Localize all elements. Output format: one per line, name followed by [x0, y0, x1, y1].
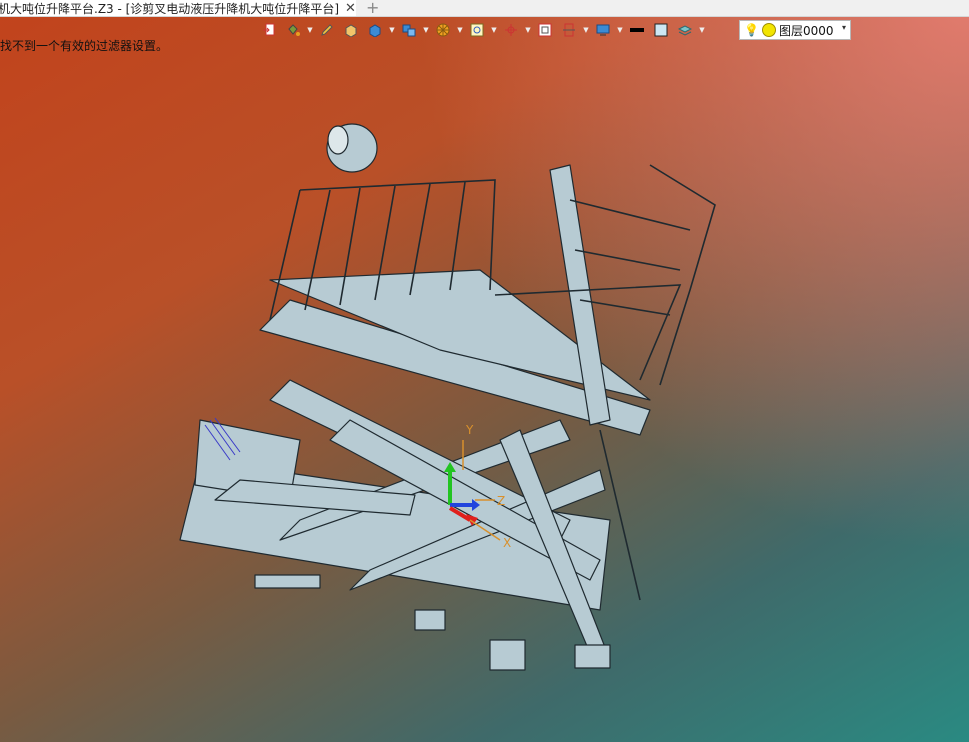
lightbulb-icon: 💡	[744, 23, 759, 37]
solid-box-icon[interactable]	[364, 19, 386, 41]
triad-z-label: Z	[497, 494, 505, 508]
railing-left-post	[269, 189, 301, 321]
stair-rail	[569, 199, 691, 231]
chevron-down-icon[interactable]: ▼	[456, 19, 464, 41]
zoom-view-icon[interactable]	[466, 19, 488, 41]
layer-color-icon	[761, 23, 776, 37]
triad-x-label: X	[503, 536, 511, 550]
wheel-icon[interactable]	[432, 19, 454, 41]
beacon-lens	[327, 125, 349, 155]
view-toolbar: ▼ ▼ ▼ ▼ ▼ ▼ ▼ ▼ ▼	[258, 18, 706, 42]
chevron-down-icon[interactable]: ▼	[524, 19, 532, 41]
layer-stack-icon[interactable]	[674, 19, 696, 41]
foot-1	[489, 639, 526, 671]
export-icon[interactable]	[258, 19, 280, 41]
chevron-down-icon[interactable]: ▼	[582, 19, 590, 41]
box-face-icon[interactable]	[340, 19, 362, 41]
new-tab-button[interactable]: +	[366, 0, 379, 17]
stair-handrail	[649, 164, 716, 386]
axis-icon[interactable]	[500, 19, 522, 41]
foot-3	[414, 609, 446, 631]
chevron-down-icon[interactable]: ▼	[490, 19, 498, 41]
document-tab-bar: 机大吨位升降平台.Z3 - [诊剪叉电动液压升降机大吨位升降平台] ✕ +	[0, 0, 969, 17]
color-swatch-icon[interactable]	[650, 19, 672, 41]
chevron-down-icon[interactable]: ▼	[306, 19, 314, 41]
chevron-down-icon: ▾	[841, 23, 846, 32]
frame-icon[interactable]	[534, 19, 556, 41]
close-icon[interactable]: ✕	[345, 1, 356, 16]
layer-dropdown-value: 图层0000	[778, 23, 834, 38]
multi-box-icon[interactable]	[398, 19, 420, 41]
chevron-down-icon[interactable]: ▼	[388, 19, 396, 41]
monitor-icon[interactable]	[592, 19, 614, 41]
line-weight-icon[interactable]	[626, 19, 648, 41]
chevron-down-icon[interactable]: ▼	[422, 19, 430, 41]
status-message: 找不到一个有效的过滤器设置。	[0, 39, 169, 53]
scissor-lift-model[interactable]: Y X Z	[0, 0, 969, 742]
base-block	[254, 574, 321, 589]
layer-dropdown[interactable]: 💡 图层0000 ▾	[739, 20, 851, 40]
door-icon[interactable]	[558, 19, 580, 41]
paint-bucket-icon[interactable]	[282, 19, 304, 41]
foot-2	[574, 644, 611, 669]
chevron-down-icon[interactable]: ▼	[616, 19, 624, 41]
stair-rail-lower	[599, 429, 641, 601]
document-tab[interactable]: 机大吨位升降平台.Z3 - [诊剪叉电动液压升降机大吨位升降平台] ✕	[0, 0, 356, 16]
chevron-down-icon[interactable]: ▼	[698, 19, 706, 41]
stair-rail	[574, 249, 681, 271]
document-tab-title: 机大吨位升降平台.Z3 - [诊剪叉电动液压升降机大吨位升降平台]	[0, 1, 339, 16]
triad-y-label: Y	[465, 423, 474, 437]
pen-icon[interactable]	[316, 19, 338, 41]
